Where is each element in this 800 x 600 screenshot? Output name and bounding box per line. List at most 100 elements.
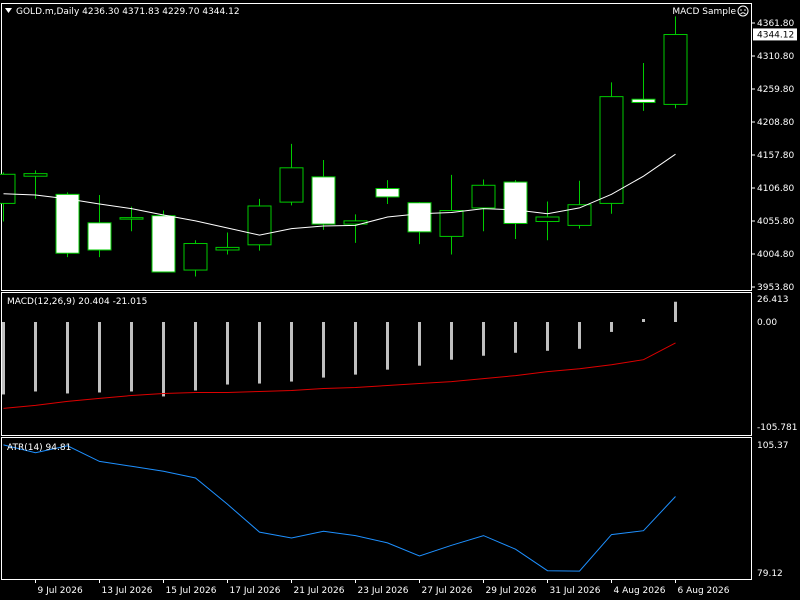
macd-tick-label: -105.781 <box>757 423 797 433</box>
symbol-line: GOLD.m,Daily 4236.30 4371.83 4229.70 434… <box>16 7 240 17</box>
price-tick-label: 4259.80 <box>757 85 794 95</box>
price-tick-label: 4361.80 <box>757 19 794 29</box>
chart-canvas[interactable]: 4361.80 4310.80 4259.80 4208.80 4157.80 4106.… <box>0 0 800 600</box>
candle[interactable] <box>407 202 432 245</box>
bull-candle-body <box>183 243 208 271</box>
bull-candle-body <box>279 167 304 203</box>
candle[interactable] <box>279 143 304 206</box>
date-tick-label: 31 Jul 2026 <box>550 586 601 596</box>
frown-face-icon <box>737 5 749 17</box>
macd-histogram-bar <box>2 322 5 395</box>
bear-candle-body <box>151 215 176 273</box>
bull-candle-body <box>23 173 48 177</box>
current-price-label: 4344.12 <box>757 30 794 40</box>
macd-histogram-bar <box>34 322 37 392</box>
bear-candle-body <box>503 181 528 224</box>
macd-signal-line <box>3 342 676 409</box>
candle[interactable] <box>631 62 656 111</box>
macd-histogram-bar <box>482 322 485 356</box>
price-tick-label: 4055.80 <box>757 217 794 227</box>
candle[interactable] <box>247 198 272 251</box>
macd-histogram-bar <box>162 322 165 397</box>
macd-histogram-bar <box>674 301 677 322</box>
date-tick-label: 21 Jul 2026 <box>294 586 345 596</box>
bull-candle-body <box>599 96 624 204</box>
candle[interactable] <box>535 201 560 241</box>
bull-candle-body <box>247 205 272 246</box>
atr-line <box>3 444 676 572</box>
bull-candle-body <box>0 173 16 204</box>
panel-frames <box>1 3 752 580</box>
candle[interactable] <box>215 232 240 255</box>
price-tick-label: 4208.80 <box>757 118 794 128</box>
date-tick-label: 23 Jul 2026 <box>358 586 409 596</box>
bear-candle-body <box>375 188 400 198</box>
bull-candle-body <box>119 217 144 220</box>
atr-panel[interactable] <box>3 444 676 572</box>
candle[interactable] <box>311 160 336 230</box>
date-tick-label: 13 Jul 2026 <box>102 586 153 596</box>
candle[interactable] <box>375 180 400 205</box>
macd-tick-label: 26.413 <box>757 295 789 305</box>
candle[interactable] <box>55 192 80 258</box>
bear-candle-body <box>55 193 80 254</box>
panel-frame-2 <box>1 437 752 580</box>
candle[interactable] <box>439 174 464 255</box>
date-tick-label: 27 Jul 2026 <box>422 586 473 596</box>
atr-tick-label: 79.12 <box>757 569 783 579</box>
macd-histogram-bar <box>578 322 581 349</box>
date-tick-label: 9 Jul 2026 <box>38 586 83 596</box>
bear-candle-body <box>311 176 336 225</box>
macd-histogram-bar <box>322 322 325 378</box>
macd-panel[interactable] <box>2 301 677 409</box>
date-tick-label: 6 Aug 2026 <box>678 586 730 596</box>
bear-candle-body <box>631 98 656 103</box>
atr-tick-label: 105.37 <box>757 441 789 451</box>
macd-histogram-bar <box>610 322 613 332</box>
macd-histogram-bar <box>194 322 197 391</box>
bear-candle-body <box>87 222 112 251</box>
candle[interactable] <box>183 240 208 277</box>
bull-candle-body <box>663 34 688 105</box>
atr-panel-title: ATR(14) 94.81 <box>7 443 71 453</box>
macd-histogram-bar <box>98 322 101 393</box>
panel-frame-0 <box>1 3 752 291</box>
macd-histogram-bar <box>546 322 549 351</box>
candle[interactable] <box>0 172 16 222</box>
macd-histogram-bar <box>226 322 229 385</box>
axes: 4361.80 4310.80 4259.80 4208.80 4157.80 4106.… <box>35 19 797 596</box>
macd-histogram-bar <box>386 322 389 370</box>
date-tick-label: 29 Jul 2026 <box>486 586 537 596</box>
price-tick-label: 3953.80 <box>757 283 794 293</box>
candle[interactable] <box>471 179 496 232</box>
price-tick-label: 4106.80 <box>757 184 794 194</box>
price-panel[interactable] <box>0 16 688 277</box>
date-tick-label: 15 Jul 2026 <box>166 586 217 596</box>
macd-histogram-bar <box>642 319 645 322</box>
price-tick-label: 4004.80 <box>757 250 794 260</box>
candle[interactable] <box>663 16 688 109</box>
macd-histogram-bar <box>354 322 357 375</box>
dropdown-triangle-icon[interactable] <box>5 8 12 13</box>
macd-histogram-bar <box>66 322 69 394</box>
candle[interactable] <box>343 214 368 243</box>
expert-advisor-indicator: MACD Sample <box>672 5 749 17</box>
macd-histogram-bar <box>258 322 261 384</box>
macd-panel-title: MACD(12,26,9) 20.404 -21.015 <box>7 297 147 307</box>
price-tick-label: 4157.80 <box>757 151 794 161</box>
macd-histogram-bar <box>130 322 133 392</box>
symbol-header: GOLD.m,Daily 4236.30 4371.83 4229.70 434… <box>5 7 240 17</box>
bull-candle-body <box>215 246 240 251</box>
bear-candle-body <box>407 202 432 233</box>
bull-candle-body <box>439 210 464 237</box>
macd-tick-label: 0.00 <box>757 318 777 328</box>
macd-histogram-bar <box>290 322 293 382</box>
panel-frame-1 <box>1 292 752 436</box>
bull-candle-body <box>471 184 496 209</box>
macd-histogram-bar <box>418 322 421 366</box>
date-tick-label: 4 Aug 2026 <box>614 586 666 596</box>
bull-candle-body <box>535 216 560 223</box>
candle[interactable] <box>151 210 176 273</box>
macd-histogram-bar <box>514 322 517 353</box>
price-tick-label: 4310.80 <box>757 52 794 62</box>
